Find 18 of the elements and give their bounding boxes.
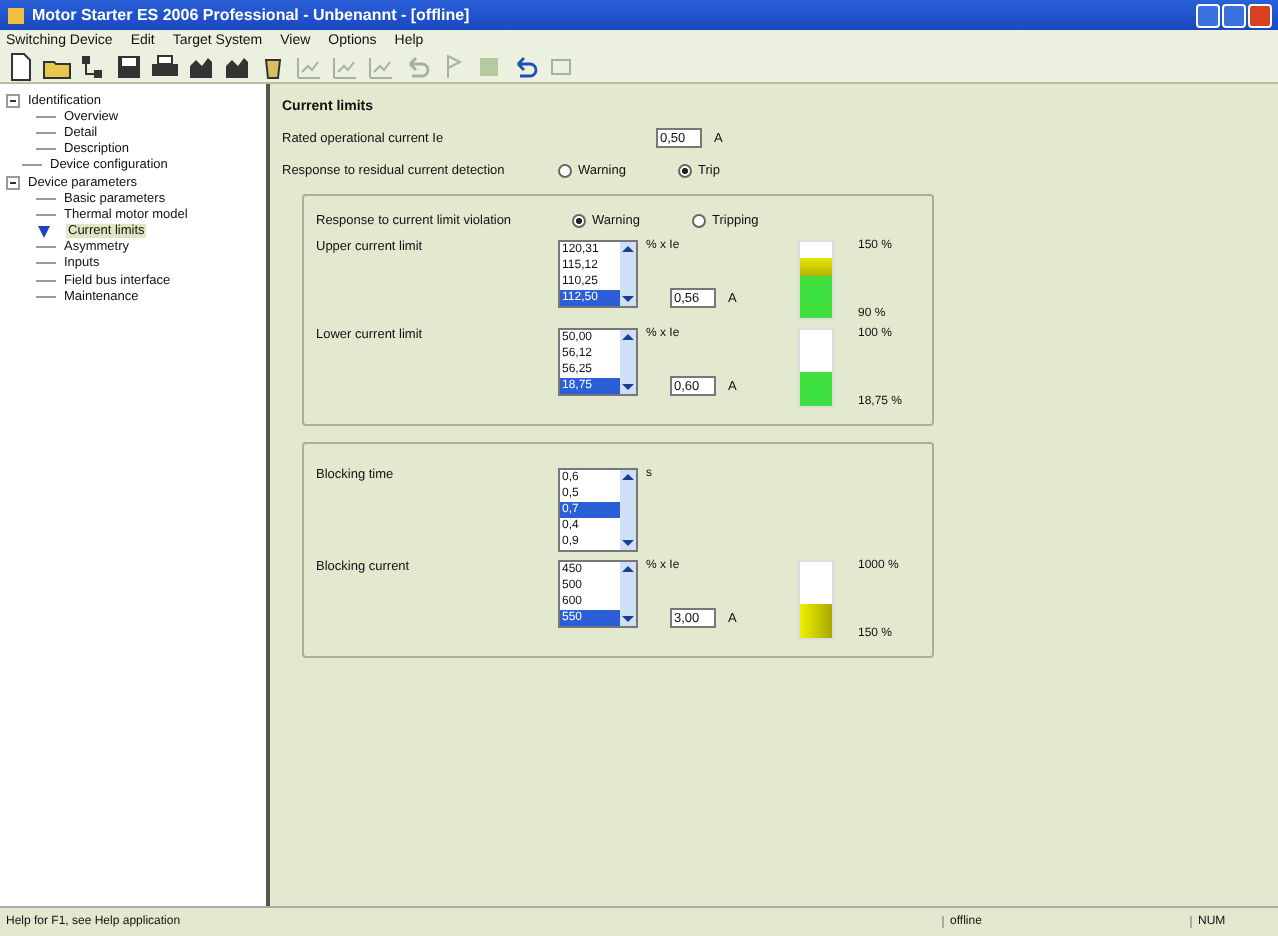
scroll-down-icon[interactable] (620, 294, 636, 306)
close-button[interactable] (1248, 3, 1272, 27)
scroll-down-icon[interactable] (620, 538, 636, 550)
scroll-up-icon[interactable] (620, 330, 636, 342)
collapse-icon[interactable] (6, 175, 20, 190)
scroll-up-icon[interactable] (620, 562, 636, 574)
title-bar: Motor Starter ES 2006 Professional - Unbenannt - [offline] (0, 0, 1278, 30)
scroll-up-icon[interactable] (620, 470, 636, 482)
printer-icon[interactable] (150, 51, 180, 81)
tree-icon[interactable] (78, 51, 108, 81)
minimize-button[interactable] (1196, 3, 1220, 27)
maximize-button[interactable] (1222, 3, 1246, 27)
scroll-down-icon[interactable] (620, 614, 636, 626)
scroll-down-icon[interactable] (620, 382, 636, 394)
scroll-up-icon[interactable] (620, 242, 636, 254)
collapse-icon[interactable] (6, 93, 20, 108)
save-icon[interactable] (114, 51, 144, 81)
app-icon (8, 7, 24, 23)
